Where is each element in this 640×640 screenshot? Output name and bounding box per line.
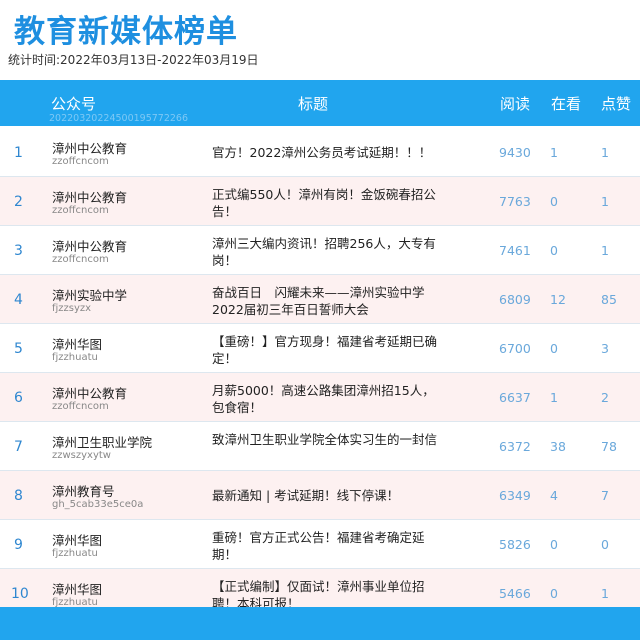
row-account-id: zzoffcncom bbox=[52, 401, 109, 412]
row-account-id: fjzzsyzx bbox=[52, 303, 92, 314]
row-account-id: fjzzhuatu bbox=[52, 352, 98, 363]
header-id: 20220320224500195772266 bbox=[49, 113, 189, 124]
footer-bar bbox=[0, 607, 640, 640]
row-rank: 9 bbox=[14, 537, 23, 553]
row-rank: 8 bbox=[14, 488, 23, 504]
row-account-id: fjzzhuatu bbox=[52, 548, 98, 559]
row-reads: 6372 bbox=[499, 439, 531, 454]
row-account-name: 漳州实验中学 bbox=[52, 288, 128, 303]
row-article-title[interactable]: 奋战百日 闪耀未来——漳州实验中学2022届初三年百日誓师大会 bbox=[212, 284, 444, 318]
row-article-title[interactable]: 【重磅！】官方现身！福建省考延期已确定！ bbox=[212, 333, 444, 367]
row-watching: 1 bbox=[550, 145, 558, 160]
table-row[interactable]: 4 漳州实验中学 fjzzsyzx 奋战百日 闪耀未来——漳州实验中学2022届… bbox=[0, 275, 640, 324]
row-article-title[interactable]: 漳州三大编内资讯！招聘256人，大专有岗！ bbox=[212, 235, 444, 269]
row-watching: 12 bbox=[550, 292, 566, 307]
table-row[interactable]: 9 漳州华图 fjzzhuatu 重磅！官方正式公告！福建省考确定延期！ 582… bbox=[0, 520, 640, 569]
row-likes: 85 bbox=[601, 292, 617, 307]
row-reads: 6349 bbox=[499, 488, 531, 503]
row-article-title[interactable]: 致漳州卫生职业学院全体实习生的一封信 bbox=[212, 431, 444, 448]
row-account-name: 漳州教育号 bbox=[52, 484, 115, 499]
table-row[interactable]: 2 漳州中公教育 zzoffcncom 正式编550人！漳州有岗！金饭碗春招公告… bbox=[0, 177, 640, 226]
row-article-title[interactable]: 月薪5000！高速公路集团漳州招15人，包食宿！ bbox=[212, 382, 444, 416]
row-likes: 0 bbox=[601, 537, 609, 552]
row-account-id: zzoffcncom bbox=[52, 254, 109, 265]
row-reads: 7461 bbox=[499, 243, 531, 258]
row-account-id: zzoffcncom bbox=[52, 205, 109, 216]
row-account-name: 漳州中公教育 bbox=[52, 239, 128, 254]
row-account-id: gh_5cab33e5ce0a bbox=[52, 499, 144, 510]
row-likes: 78 bbox=[601, 439, 617, 454]
row-article-title[interactable]: 正式编550人！漳州有岗！金饭碗春招公告！ bbox=[212, 186, 444, 220]
row-reads: 6700 bbox=[499, 341, 531, 356]
row-account-name: 漳州华图 bbox=[52, 582, 103, 597]
header-title: 标题 bbox=[298, 95, 329, 113]
row-watching: 38 bbox=[550, 439, 566, 454]
row-rank: 10 bbox=[11, 586, 29, 602]
row-reads: 9430 bbox=[499, 145, 531, 160]
row-account-name: 漳州中公教育 bbox=[52, 190, 128, 205]
table-row[interactable]: 7 漳州卫生职业学院 zzwszyxytw 致漳州卫生职业学院全体实习生的一封信… bbox=[0, 422, 640, 471]
row-account-name: 漳州卫生职业学院 bbox=[52, 435, 153, 450]
row-rank: 7 bbox=[14, 439, 23, 455]
row-likes: 1 bbox=[601, 586, 609, 601]
row-watching: 0 bbox=[550, 194, 558, 209]
row-reads: 7763 bbox=[499, 194, 531, 209]
row-account-name: 漳州华图 bbox=[52, 533, 103, 548]
row-article-title[interactable]: 重磅！官方正式公告！福建省考确定延期！ bbox=[212, 529, 444, 563]
row-account-id: zzoffcncom bbox=[52, 156, 109, 167]
header-reads: 阅读 bbox=[500, 95, 531, 113]
table-header: 公众号 标题 阅读 在看 点赞 20220320224500195772266 bbox=[0, 80, 640, 126]
header-account: 公众号 bbox=[51, 95, 97, 113]
row-account-name: 漳州中公教育 bbox=[52, 141, 128, 156]
row-likes: 1 bbox=[601, 145, 609, 160]
row-watching: 4 bbox=[550, 488, 558, 503]
row-reads: 6809 bbox=[499, 292, 531, 307]
row-watching: 1 bbox=[550, 390, 558, 405]
row-watching: 0 bbox=[550, 537, 558, 552]
row-watching: 0 bbox=[550, 586, 558, 601]
ranking-table: 1 漳州中公教育 zzoffcncom 官方！2022漳州公务员考试延期！！！ … bbox=[0, 128, 640, 618]
row-article-title[interactable]: 官方！2022漳州公务员考试延期！！！ bbox=[212, 144, 444, 161]
row-account-name: 漳州中公教育 bbox=[52, 386, 128, 401]
header-watching: 在看 bbox=[551, 95, 582, 113]
table-row[interactable]: 1 漳州中公教育 zzoffcncom 官方！2022漳州公务员考试延期！！！ … bbox=[0, 128, 640, 177]
page-title: 教育新媒体榜单 bbox=[14, 14, 238, 50]
row-watching: 0 bbox=[550, 243, 558, 258]
header-likes: 点赞 bbox=[601, 95, 632, 113]
table-row[interactable]: 6 漳州中公教育 zzoffcncom 月薪5000！高速公路集团漳州招15人，… bbox=[0, 373, 640, 422]
row-watching: 0 bbox=[550, 341, 558, 356]
row-reads: 6637 bbox=[499, 390, 531, 405]
table-row[interactable]: 5 漳州华图 fjzzhuatu 【重磅！】官方现身！福建省考延期已确定！ 67… bbox=[0, 324, 640, 373]
row-rank: 5 bbox=[14, 341, 23, 357]
stat-period: 统计时间:2022年03月13日-2022年03月19日 bbox=[8, 53, 259, 67]
row-reads: 5466 bbox=[499, 586, 531, 601]
row-likes: 3 bbox=[601, 341, 609, 356]
row-account-id: zzwszyxytw bbox=[52, 450, 111, 461]
row-likes: 1 bbox=[601, 194, 609, 209]
row-reads: 5826 bbox=[499, 537, 531, 552]
row-rank: 1 bbox=[14, 145, 23, 161]
row-likes: 1 bbox=[601, 243, 609, 258]
row-likes: 7 bbox=[601, 488, 609, 503]
table-row[interactable]: 3 漳州中公教育 zzoffcncom 漳州三大编内资讯！招聘256人，大专有岗… bbox=[0, 226, 640, 275]
row-account-name: 漳州华图 bbox=[52, 337, 103, 352]
row-rank: 2 bbox=[14, 194, 23, 210]
row-rank: 4 bbox=[14, 292, 23, 308]
row-rank: 3 bbox=[14, 243, 23, 259]
table-row[interactable]: 8 漳州教育号 gh_5cab33e5ce0a 最新通知 | 考试延期！线下停课… bbox=[0, 471, 640, 520]
row-likes: 2 bbox=[601, 390, 609, 405]
row-rank: 6 bbox=[14, 390, 23, 406]
row-article-title[interactable]: 最新通知 | 考试延期！线下停课！ bbox=[212, 487, 444, 504]
